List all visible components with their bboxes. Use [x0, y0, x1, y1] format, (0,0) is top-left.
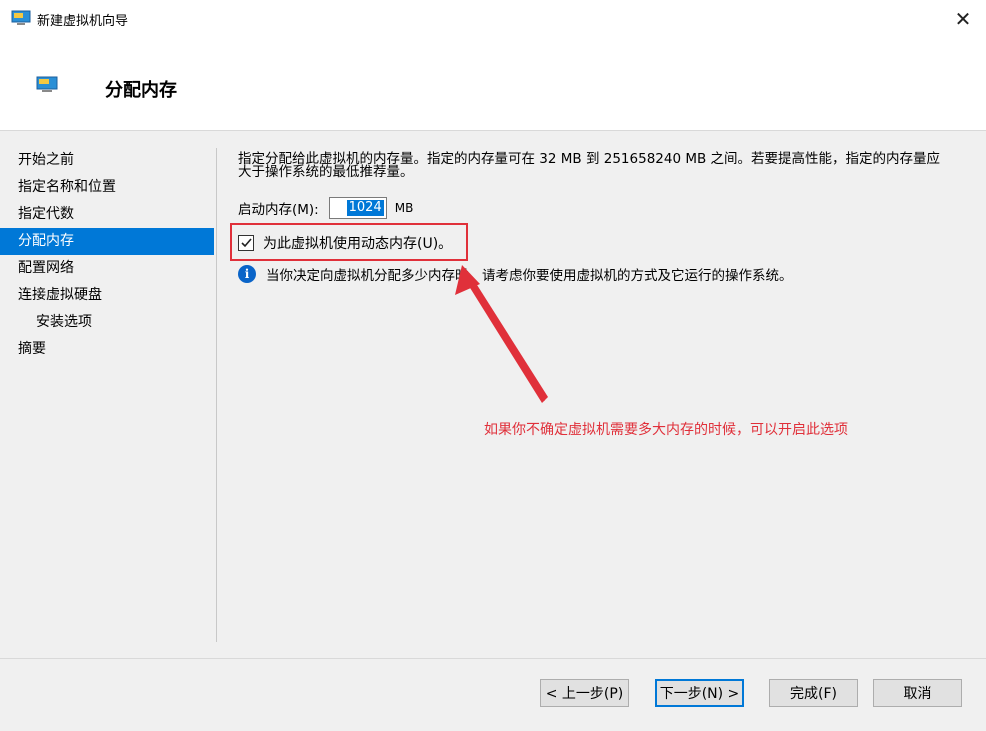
startup-memory-label: 启动内存(M):: [238, 202, 319, 218]
annotation-text: 如果你不确定虚拟机需要多大内存的时候，可以开启此选项: [484, 422, 848, 438]
wizard-footer: < 上一步(P) 下一步(N) > 完成(F) 取消: [0, 659, 986, 731]
close-icon: ✕: [954, 7, 972, 31]
cancel-button[interactable]: 取消: [873, 679, 962, 707]
nav-step-item[interactable]: 分配内存: [0, 228, 214, 255]
next-button[interactable]: 下一步(N) >: [655, 679, 744, 707]
checkmark-icon: [240, 238, 252, 248]
nav-step-item[interactable]: 开始之前: [0, 147, 214, 174]
nav-step-item[interactable]: 摘要: [0, 336, 214, 363]
nav-step-item[interactable]: 配置网络: [0, 255, 214, 282]
wizard-step-list: 开始之前 指定名称和位置 指定代数 分配内存 配置网络 连接虚拟硬盘 安装选项 摘要: [0, 147, 214, 363]
new-vm-wizard-window: 新建虚拟机向导 ✕ 分配内存 开始之前 指定名称和位置 指定代数 分配内存 配置网络 连接…: [0, 0, 986, 731]
computer-monitor-icon: [36, 76, 58, 94]
nav-divider: [216, 148, 217, 642]
page-title: 分配内存: [105, 80, 177, 101]
previous-button[interactable]: < 上一步(P): [540, 679, 629, 707]
startup-memory-unit: MB: [394, 201, 414, 215]
nav-step-item[interactable]: 连接虚拟硬盘: [0, 282, 214, 309]
title-bar: 新建虚拟机向导 ✕: [0, 0, 986, 38]
nav-step-item[interactable]: 指定名称和位置: [0, 174, 214, 201]
info-text: 当你决定向虚拟机分配多少内存时，请考虑你要使用虚拟机的方式及它运行的操作系统。: [266, 268, 793, 284]
nav-step-item[interactable]: 安装选项: [0, 309, 214, 336]
wizard-body: 开始之前 指定名称和位置 指定代数 分配内存 配置网络 连接虚拟硬盘 安装选项 摘要 指定分配…: [0, 131, 986, 658]
dynamic-memory-option[interactable]: 为此虚拟机使用动态内存(U)。: [238, 233, 452, 253]
dynamic-memory-label: 为此虚拟机使用动态内存(U)。: [263, 236, 453, 252]
finish-button[interactable]: 完成(F): [769, 679, 858, 707]
close-button[interactable]: ✕: [940, 0, 986, 38]
startup-memory-value: 1024: [346, 200, 384, 216]
dynamic-memory-checkbox[interactable]: [238, 235, 254, 251]
startup-memory-input[interactable]: 1024: [328, 197, 387, 219]
wizard-header: 分配内存: [0, 38, 986, 130]
memory-description: 指定分配给此虚拟机的内存量。指定的内存量可在 32 MB 到 251658240…: [238, 151, 941, 180]
nav-step-item[interactable]: 指定代数: [0, 201, 214, 228]
info-hint: i 当你决定向虚拟机分配多少内存时，请考虑你要使用虚拟机的方式及它运行的操作系统…: [238, 264, 793, 284]
memory-panel: 指定分配给此虚拟机的内存量。指定的内存量可在 32 MB 到 251658240…: [230, 151, 958, 284]
computer-monitor-icon: [11, 10, 31, 26]
window-title: 新建虚拟机向导: [37, 14, 129, 29]
startup-memory-row: 启动内存(M): 1024 MB: [238, 196, 413, 220]
info-icon: i: [238, 265, 256, 283]
